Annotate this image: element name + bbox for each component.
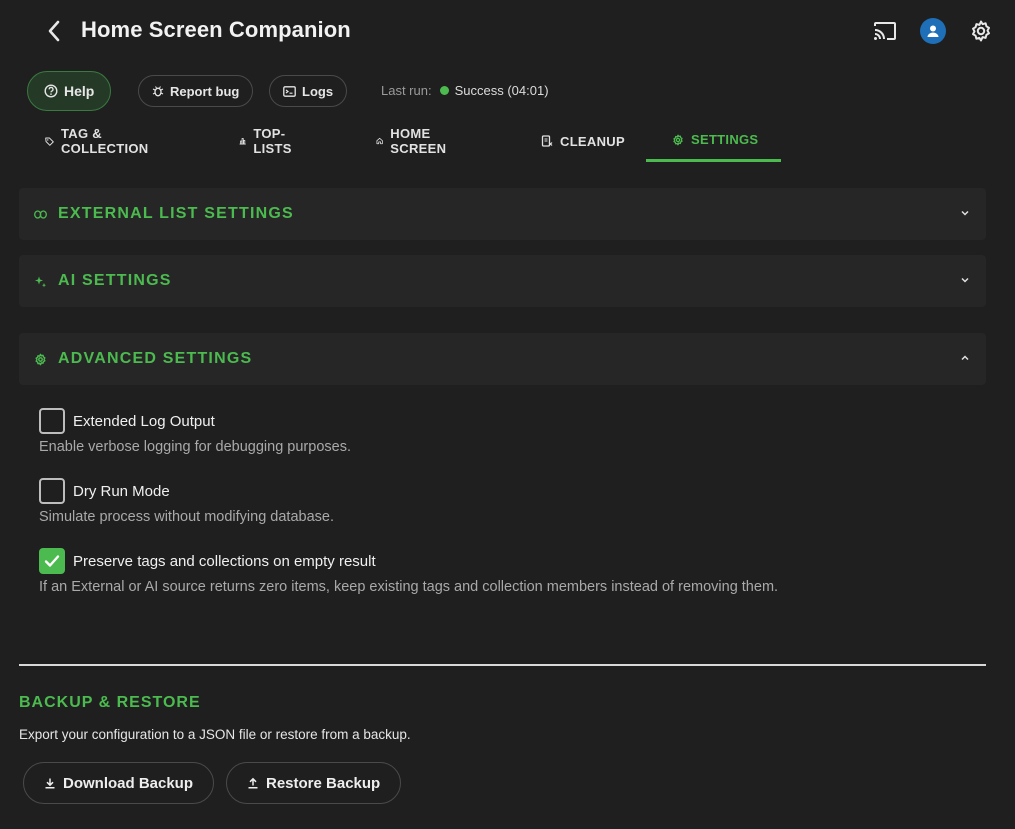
dry-run-checkbox[interactable] <box>39 478 65 504</box>
chevron-down-icon <box>961 277 969 283</box>
tab-settings[interactable]: SETTINGS <box>646 120 781 162</box>
checkmark-icon <box>44 555 60 567</box>
tab-label: TAG & COLLECTION <box>60 126 149 156</box>
app-header: Home Screen Companion <box>0 0 1015 62</box>
advanced-settings-header[interactable]: ADVANCED SETTINGS <box>19 333 986 385</box>
backup-title: BACKUP & RESTORE <box>19 694 201 711</box>
chevron-down-icon <box>961 210 969 216</box>
tab-label: TOP-LISTS <box>253 126 292 156</box>
dry-run-option: Dry Run Mode <box>39 478 170 504</box>
user-icon[interactable] <box>920 18 946 44</box>
option-label: Extended Log Output <box>73 412 215 430</box>
help-icon <box>44 84 58 98</box>
backup-description: Export your configuration to a JSON file… <box>19 727 411 742</box>
last-run-value: Success (04:01) <box>454 83 549 98</box>
tab-tag-collection[interactable]: TAG & COLLECTION <box>28 120 170 162</box>
help-button[interactable]: Help <box>27 71 112 111</box>
option-description: Enable verbose logging for debugging pur… <box>39 439 351 455</box>
tab-label: SETTINGS <box>691 132 759 147</box>
preserve-tags-checkbox[interactable] <box>39 548 65 574</box>
page-title: Home Screen Companion <box>81 17 351 42</box>
back-icon[interactable] <box>40 16 68 46</box>
chevron-up-icon <box>961 355 969 361</box>
download-backup-button[interactable]: Download Backup <box>23 762 215 804</box>
logs-button[interactable]: Logs <box>269 75 348 107</box>
home-icon <box>376 137 383 145</box>
terminal-icon <box>283 85 296 97</box>
restore-backup-label: Restore Backup <box>266 774 381 792</box>
bug-icon <box>152 86 164 97</box>
report-bug-button[interactable]: Report bug <box>138 75 254 107</box>
link-icon <box>34 209 47 219</box>
gear-icon <box>35 353 46 365</box>
gear-icon[interactable] <box>968 18 994 44</box>
help-label: Help <box>64 83 95 99</box>
last-run-status: Last run: Success (04:01) <box>381 83 549 98</box>
cleanup-icon <box>541 135 553 147</box>
report-bug-label: Report bug <box>170 83 240 99</box>
option-label: Dry Run Mode <box>73 482 170 500</box>
status-dot <box>439 86 449 95</box>
last-run-label: Last run: <box>381 83 432 98</box>
download-icon <box>45 778 55 789</box>
option-description: If an External or AI source returns zero… <box>39 579 779 595</box>
option-description: Simulate process without modifying datab… <box>39 509 334 525</box>
section-divider <box>19 664 986 666</box>
gear-icon <box>673 134 683 145</box>
restore-backup-button[interactable]: Restore Backup <box>226 762 402 804</box>
sparkle-icon <box>35 276 46 287</box>
logs-label: Logs <box>302 83 334 99</box>
tab-cleanup[interactable]: CLEANUP <box>524 120 642 162</box>
extended-log-checkbox[interactable] <box>39 408 65 434</box>
section-title: AI SETTINGS <box>58 272 172 289</box>
extended-log-option: Extended Log Output <box>39 408 215 434</box>
ai-settings-header[interactable]: AI SETTINGS <box>19 255 986 307</box>
tab-label: HOME SCREEN <box>390 126 447 156</box>
cast-icon[interactable] <box>872 18 898 44</box>
tab-label: CLEANUP <box>560 133 625 149</box>
section-title: ADVANCED SETTINGS <box>58 350 253 367</box>
option-label: Preserve tags and collections on empty r… <box>73 552 376 570</box>
tab-home-screen[interactable]: HOME SCREEN <box>359 120 468 162</box>
external-list-settings-header[interactable]: EXTERNAL LIST SETTINGS <box>19 188 986 240</box>
section-title: EXTERNAL LIST SETTINGS <box>58 205 294 222</box>
download-backup-label: Download Backup <box>63 774 194 792</box>
tag-icon <box>45 137 54 146</box>
upload-icon <box>248 777 258 789</box>
bar-chart-icon <box>239 138 246 145</box>
tab-top-lists[interactable]: TOP-LISTS <box>222 120 313 162</box>
preserve-tags-option: Preserve tags and collections on empty r… <box>39 548 376 574</box>
